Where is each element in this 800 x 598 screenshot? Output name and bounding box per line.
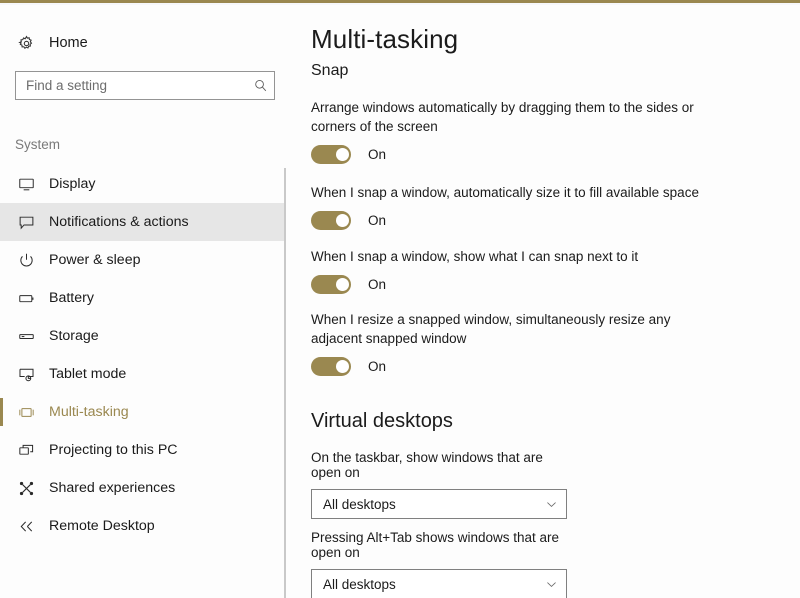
snap-setting-auto-size: When I snap a window, automatically size… bbox=[311, 183, 711, 230]
toggle-row: On bbox=[311, 145, 711, 164]
sidebar-item-projecting-to-this-pc[interactable]: Projecting to this PC bbox=[0, 431, 286, 469]
combo-label: On the taskbar, show windows that are op… bbox=[311, 450, 571, 480]
power-icon bbox=[13, 252, 39, 269]
chevron-down-icon bbox=[536, 498, 566, 511]
sidebar-item-label: Shared experiences bbox=[49, 480, 175, 496]
sidebar-item-battery[interactable]: Battery bbox=[0, 279, 286, 317]
snap-section-heading: Snap bbox=[311, 62, 348, 80]
snap-setting-show-snap-suggestions: When I snap a window, show what I can sn… bbox=[311, 247, 711, 294]
selection-accent-bar bbox=[0, 170, 3, 198]
dropdown-alttab-windows[interactable]: All desktops bbox=[311, 569, 567, 598]
tablet-icon bbox=[13, 366, 39, 383]
main-content: Multi-tasking Snap Arrange windows autom… bbox=[310, 5, 800, 598]
toggle-knob bbox=[336, 148, 349, 161]
dropdown-value: All desktops bbox=[312, 577, 536, 592]
page-title: Multi-tasking bbox=[311, 24, 458, 55]
search-icon[interactable] bbox=[246, 78, 274, 93]
sidebar: Home System Di bbox=[0, 5, 286, 598]
search-input[interactable] bbox=[16, 72, 246, 99]
toggle-row: On bbox=[311, 275, 711, 294]
toggle-arrange-windows[interactable] bbox=[311, 145, 351, 164]
sidebar-item-shared-experiences[interactable]: Shared experiences bbox=[0, 469, 286, 507]
sidebar-item-label: Tablet mode bbox=[49, 366, 126, 382]
sidebar-scrollbar[interactable] bbox=[284, 168, 286, 598]
sidebar-item-label: Remote Desktop bbox=[49, 518, 155, 534]
selection-accent-bar bbox=[0, 474, 3, 502]
virtual-desktops-heading: Virtual desktops bbox=[311, 410, 453, 433]
toggle-state-label: On bbox=[368, 277, 386, 292]
sidebar-item-label: Storage bbox=[49, 328, 99, 344]
notification-icon bbox=[13, 214, 39, 231]
sidebar-item-home-label: Home bbox=[49, 35, 88, 51]
taskbar-windows-setting: On the taskbar, show windows that are op… bbox=[311, 450, 571, 519]
selection-accent-bar bbox=[0, 284, 3, 312]
toggle-simultaneous-resize[interactable] bbox=[311, 357, 351, 376]
projecting-icon bbox=[13, 442, 39, 459]
sidebar-item-label: Multi-tasking bbox=[49, 404, 129, 420]
toggle-state-label: On bbox=[368, 147, 386, 162]
remote-desktop-icon bbox=[13, 518, 39, 535]
multitasking-icon bbox=[13, 404, 39, 421]
sidebar-item-label: Power & sleep bbox=[49, 252, 140, 268]
setting-description: When I snap a window, show what I can sn… bbox=[311, 247, 707, 266]
selection-accent-bar bbox=[0, 398, 3, 426]
toggle-row: On bbox=[311, 357, 711, 376]
sidebar-item-tablet-mode[interactable]: Tablet mode bbox=[0, 355, 286, 393]
combo-label: Pressing Alt+Tab shows windows that are … bbox=[311, 530, 571, 560]
search-box[interactable] bbox=[15, 71, 275, 100]
toggle-knob bbox=[336, 278, 349, 291]
toggle-row: On bbox=[311, 211, 711, 230]
selection-accent-bar bbox=[0, 208, 3, 236]
chevron-down-icon bbox=[536, 578, 566, 591]
sidebar-item-storage[interactable]: Storage bbox=[0, 317, 286, 355]
setting-description: When I resize a snapped window, simultan… bbox=[311, 310, 707, 348]
setting-description: Arrange windows automatically by draggin… bbox=[311, 98, 707, 136]
sidebar-item-label: Notifications & actions bbox=[49, 214, 189, 230]
setting-description: When I snap a window, automatically size… bbox=[311, 183, 707, 202]
sidebar-item-display[interactable]: Display bbox=[0, 165, 286, 203]
sidebar-item-label: Battery bbox=[49, 290, 94, 306]
battery-icon bbox=[13, 290, 39, 307]
dropdown-taskbar-windows[interactable]: All desktops bbox=[311, 489, 567, 519]
storage-icon bbox=[13, 328, 39, 345]
snap-setting-arrange-windows: Arrange windows automatically by draggin… bbox=[311, 98, 711, 164]
selection-accent-bar bbox=[0, 360, 3, 388]
selection-accent-bar bbox=[0, 246, 3, 274]
sidebar-item-notifications-actions[interactable]: Notifications & actions bbox=[0, 203, 286, 241]
toggle-show-snap-suggestions[interactable] bbox=[311, 275, 351, 294]
toggle-knob bbox=[336, 214, 349, 227]
monitor-icon bbox=[13, 176, 39, 193]
selection-accent-bar bbox=[0, 322, 3, 350]
sidebar-item-power-sleep[interactable]: Power & sleep bbox=[0, 241, 286, 279]
shared-icon bbox=[13, 480, 39, 497]
selection-accent-bar bbox=[0, 436, 3, 464]
dropdown-value: All desktops bbox=[312, 497, 536, 512]
selection-accent-bar bbox=[0, 512, 3, 540]
alttab-windows-setting: Pressing Alt+Tab shows windows that are … bbox=[311, 530, 571, 598]
toggle-state-label: On bbox=[368, 359, 386, 374]
snap-setting-simultaneous-resize: When I resize a snapped window, simultan… bbox=[311, 310, 711, 376]
toggle-state-label: On bbox=[368, 213, 386, 228]
gear-icon bbox=[13, 35, 39, 52]
sidebar-item-multi-tasking[interactable]: Multi-tasking bbox=[0, 393, 286, 431]
sidebar-item-label: Display bbox=[49, 176, 96, 192]
toggle-auto-size[interactable] bbox=[311, 211, 351, 230]
sidebar-group-label: System bbox=[15, 137, 60, 152]
toggle-knob bbox=[336, 360, 349, 373]
sidebar-item-remote-desktop[interactable]: Remote Desktop bbox=[0, 507, 286, 545]
sidebar-item-label: Projecting to this PC bbox=[49, 442, 178, 458]
sidebar-nav-list: Display Notifications & actions bbox=[0, 165, 286, 545]
settings-window: Home System Di bbox=[0, 0, 800, 598]
sidebar-item-home[interactable]: Home bbox=[0, 28, 286, 58]
